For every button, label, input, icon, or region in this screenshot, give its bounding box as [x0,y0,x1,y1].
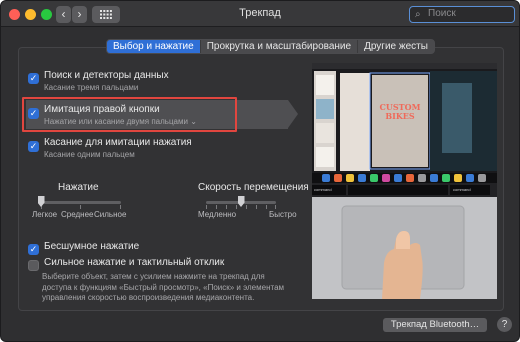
force-click-label: Сильное нажатие и тактильный отклик [44,257,225,268]
secondary-click-sublabel: Нажатие или касание двумя пальцами [44,117,188,126]
force-click-description: Выберите объект, затем с усилием нажмите… [42,272,285,302]
laptop-preview-illustration [312,63,497,299]
lookup-label: Поиск и детекторы данных [44,70,169,81]
search-placeholder: Поиск [428,8,456,19]
speed-slider-tick [256,205,257,209]
lookup-sublabel: Касание тремя пальцами [44,83,139,92]
speed-slider-min: Медленно [198,210,237,219]
speed-slider-tick [236,205,237,209]
poster-text: CUSTOM BIKES [374,103,426,121]
tab-bar: Выбор и нажатие Прокрутка и масштабирова… [106,39,435,54]
tab-more-gestures[interactable]: Другие жесты [358,40,434,53]
tap-to-click-checkbox[interactable]: ✓ [28,141,39,152]
speed-slider-tick [246,205,247,209]
click-slider-max: Сильное [94,210,127,219]
secondary-click-label: Имитация правой кнопки [44,104,160,115]
speed-slider-tick [206,205,207,209]
click-slider-mid: Среднее [61,210,94,219]
chevron-down-icon: ⌄ [190,117,197,126]
selected-option-arrow [288,100,298,128]
click-slider-track[interactable] [41,201,121,204]
secondary-click-dropdown[interactable]: Нажатие или касание двумя пальцами ⌄ [44,117,197,126]
title-bar: ‹ › Трекпад ⌕ Поиск [1,1,519,27]
speed-slider-tick [275,205,276,209]
silent-click-label: Бесшумное нажатие [44,241,140,252]
preview-key-right: command [453,187,471,192]
preferences-window: ‹ › Трекпад ⌕ Поиск Выбор и нажатие Прок… [0,0,520,342]
tab-scroll-and-zoom[interactable]: Прокрутка и масштабирование [201,40,359,53]
preview-key-left: command [314,187,332,192]
lookup-checkbox[interactable]: ✓ [28,73,39,84]
speed-slider-label: Скорость перемещения [198,182,309,193]
click-slider-tick [80,205,81,209]
silent-click-checkbox[interactable]: ✓ [28,244,39,255]
speed-slider-tick [266,205,267,209]
secondary-click-checkbox[interactable]: ✓ [28,108,39,119]
click-slider-min: Легкое [32,210,58,219]
tap-to-click-label: Касание для имитации нажатия [44,137,192,148]
search-field[interactable]: ⌕ Поиск [409,6,515,23]
click-slider-tick [120,205,121,209]
poster-line-2: BIKES [385,111,415,121]
speed-slider-max: Быстро [269,210,297,219]
gesture-preview-video: CUSTOM BIKES command command [312,63,497,299]
tab-point-and-click[interactable]: Выбор и нажатие [107,40,201,53]
speed-slider-tick [226,205,227,209]
tap-to-click-sublabel: Касание одним пальцем [44,150,135,159]
force-click-checkbox[interactable] [28,260,39,271]
click-slider-label: Нажатие [58,182,99,193]
bluetooth-trackpad-button[interactable]: Трекпад Bluetooth… [383,318,487,332]
help-button[interactable]: ? [497,317,512,332]
search-icon: ⌕ [415,9,421,20]
speed-slider-tick [216,205,217,209]
